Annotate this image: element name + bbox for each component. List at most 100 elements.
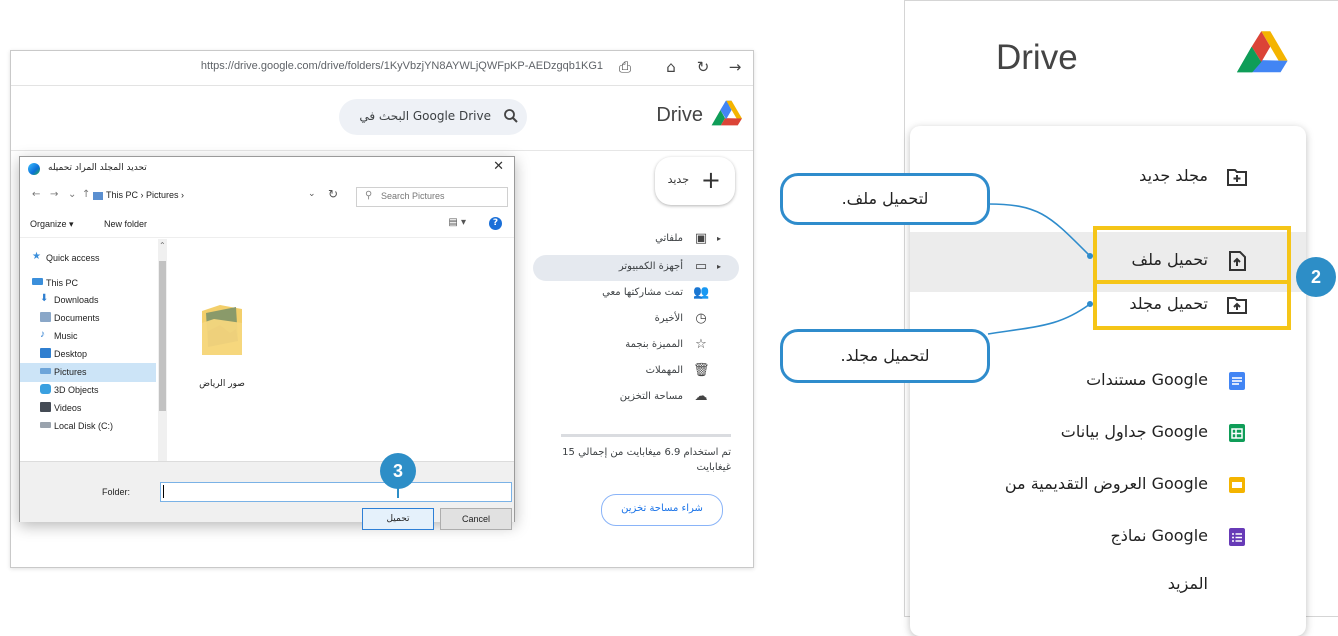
storage-usage-text: تم استخدام 6.9 ميغابايت من إجمالي 15 غيغ… [562, 447, 731, 473]
tree-label: Desktop [54, 349, 88, 359]
expand-arrow-icon[interactable]: ▸ [717, 234, 721, 243]
tree-item-documents[interactable]: Documents [20, 309, 156, 328]
refresh-icon[interactable]: ↻ [328, 187, 338, 201]
drive-header: البحث في Google Drive Drive [11, 86, 753, 151]
dialog-footer: Folder: تحميل Cancel [20, 461, 514, 530]
menu-label: جداول بيانات Google [1060, 422, 1208, 441]
highlight-upload-folder [1093, 280, 1291, 330]
folder-name-input[interactable] [160, 482, 512, 502]
scrollbar-thumb[interactable] [159, 261, 166, 411]
view-options-icon[interactable]: ▤ ▾ [448, 217, 466, 228]
help-icon[interactable]: ? [489, 217, 502, 230]
menu-label: المزيد [1167, 574, 1208, 593]
tree-label: Local Disk (C:) [54, 421, 114, 431]
forward-icon[interactable]: → [725, 57, 745, 77]
menu-label: نماذج Google [1110, 526, 1208, 545]
text-cursor [163, 485, 164, 498]
google-drive-logo-icon [711, 100, 742, 126]
organize-menu[interactable]: Organize ▾ [30, 219, 74, 230]
up-arrow-icon[interactable]: ↑ [82, 189, 90, 200]
bookmark-icon[interactable]: ⎙ [615, 57, 635, 77]
pc-icon [32, 278, 43, 285]
tree-item-videos[interactable]: Videos [20, 399, 156, 418]
tree-item-pictures[interactable]: Pictures [20, 363, 156, 382]
menu-more[interactable]: المزيد [910, 556, 1306, 616]
tree-item-music[interactable]: ♪ Music [20, 327, 156, 346]
upload-button[interactable]: تحميل [362, 508, 434, 530]
nav-shared-with-me[interactable]: 👥 تمت مشاركتها معي [533, 281, 739, 307]
tree-item-3d-objects[interactable]: 3D Objects [20, 381, 156, 400]
clock-icon: ◷ [695, 311, 707, 326]
url-text[interactable]: https://drive.google.com/drive/folders/1… [201, 60, 603, 72]
download-icon: ⬇ [40, 293, 49, 304]
forward-arrow-icon[interactable]: → [50, 189, 58, 200]
nav-label: تمت مشاركتها معي [602, 287, 683, 298]
dialog-search-input[interactable]: ⚲ Search Pictures [356, 187, 508, 207]
buy-storage-button[interactable]: شراء مساحة تخزين [601, 494, 723, 526]
tree-item-local-disk[interactable]: Local Disk (C:) [20, 417, 156, 436]
disk-icon [40, 422, 51, 428]
google-docs-icon [1229, 372, 1245, 390]
tree-label: Documents [54, 313, 100, 323]
nav-label: المميزة بنجمة [625, 339, 683, 350]
address-bar[interactable]: https://drive.google.com/drive/folders/1… [11, 51, 753, 86]
path-bar: ← → ⌄ ↑ This PC › Pictures › ⌄ ↻ ⚲ Search… [20, 185, 514, 209]
desktop-icon [40, 348, 51, 358]
reload-icon[interactable]: ↻ [693, 57, 713, 77]
home-icon[interactable]: ⌂ [661, 57, 681, 77]
star-icon: ☆ [695, 337, 707, 352]
folder-item-thumbnail[interactable] [200, 301, 244, 357]
tree-item-downloads[interactable]: ⬇ Downloads [20, 291, 156, 310]
dialog-toolbar: Organize ▾ New folder ▤ ▾ ? [20, 211, 514, 238]
google-drive-logo-icon [1236, 31, 1288, 73]
google-sheets-icon [1229, 424, 1245, 442]
menu-google-sheets[interactable]: جداول بيانات Google [910, 404, 1306, 464]
nav-storage[interactable]: ☁ مساحة التخزين [533, 385, 739, 411]
search-icon[interactable] [503, 108, 519, 124]
nav-trash[interactable]: 🗑 المهملات [533, 359, 739, 385]
cancel-button[interactable]: Cancel [440, 508, 512, 530]
nav-starred[interactable]: ☆ المميزة بنجمة [533, 333, 739, 359]
nav-label: ملفاتي [655, 233, 683, 244]
nav-computers[interactable]: ▸ ▭ أجهزة الكمبيوتر [533, 255, 739, 281]
step-badge-3: 3 [380, 453, 416, 489]
computer-icon: ▭ [694, 259, 708, 274]
tree-label: Pictures [54, 367, 87, 377]
menu-google-slides[interactable]: العروض التقديمية من Google [910, 456, 1306, 516]
plus-icon: + [700, 166, 721, 194]
tree-label: Music [54, 331, 78, 341]
upload-folder-dialog: تحديد المجلد المراد تحميله ✕ ← → ⌄ ↑ Thi… [19, 156, 515, 530]
tree-label: This PC [46, 278, 79, 288]
pictures-icon [40, 368, 51, 374]
document-icon [40, 312, 51, 322]
callout-upload-file: لتحميل ملف. [780, 173, 990, 225]
back-arrow-icon[interactable]: ← [32, 189, 40, 200]
buy-storage-label: شراء مساحة تخزين [621, 503, 703, 514]
folder-item-label[interactable]: صور الرياض [188, 379, 256, 389]
chevron-down-icon[interactable]: ⌄ [308, 189, 316, 199]
expand-arrow-icon[interactable]: ▸ [717, 262, 721, 271]
nav-recent[interactable]: ◷ الأخيرة [533, 307, 739, 333]
chevron-up-icon[interactable]: ⌃ [159, 241, 166, 250]
new-folder-button[interactable]: New folder [104, 219, 147, 229]
music-icon: ♪ [40, 329, 45, 340]
tree-item-quick-access[interactable]: ★ Quick access [20, 249, 156, 268]
tree-item-desktop[interactable]: Desktop [20, 345, 156, 364]
pc-icon [93, 192, 103, 200]
navigation-tree: ★ Quick access This PC ⬇ Downloads Documen… [20, 239, 168, 461]
tree-label: Videos [54, 403, 82, 413]
new-button[interactable]: + جديد [655, 157, 735, 205]
callout-connectors [987, 203, 1093, 335]
nav-my-drive[interactable]: ▸ ▣ ملفاتي [533, 227, 739, 253]
breadcrumb[interactable]: This PC › Pictures › [106, 190, 184, 200]
edge-browser-icon [28, 163, 40, 175]
new-button-label: جديد [667, 173, 689, 186]
close-icon[interactable]: ✕ [493, 159, 504, 174]
chevron-down-icon[interactable]: ⌄ [68, 189, 76, 200]
folder-field-label: Folder: [102, 487, 131, 497]
drive-search-box[interactable]: البحث في Google Drive [339, 99, 527, 135]
drive-folder-icon: ▣ [694, 231, 708, 246]
menu-label: العروض التقديمية من Google [1004, 474, 1208, 493]
tree-label: Quick access [46, 253, 100, 263]
highlight-upload-file [1093, 226, 1291, 284]
